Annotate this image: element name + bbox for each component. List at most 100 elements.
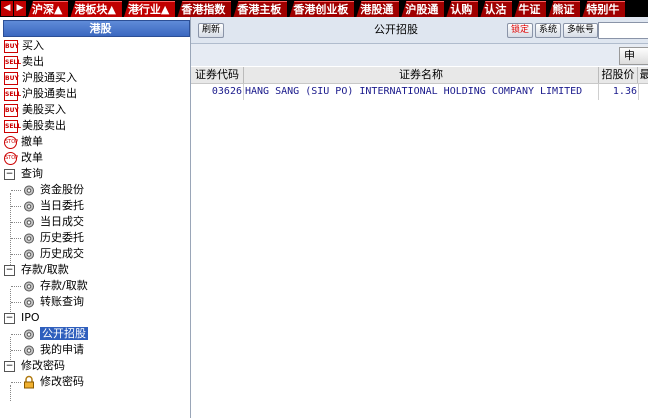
tree-connector	[11, 286, 21, 287]
apply-button[interactable]: 申	[619, 47, 648, 65]
nav-item-cancel[interactable]: STOP 撤单	[4, 134, 43, 150]
tab-scroll-right-icon[interactable]: ▶	[14, 1, 27, 16]
nav-item-label: 我的申请	[40, 343, 84, 356]
tab-hk-index[interactable]: 香港指数	[177, 1, 232, 17]
nav-item-label: 资金股份	[40, 183, 84, 196]
gear-icon	[24, 249, 34, 259]
refresh-button[interactable]: 刷新	[198, 23, 225, 38]
nav-item-change-password[interactable]: 修改密码	[22, 374, 84, 390]
stop-icon: STOP	[4, 135, 18, 149]
collapse-icon[interactable]: −	[4, 264, 15, 276]
sell-icon: SELL	[4, 55, 21, 69]
nav-item-history-trades[interactable]: 历史成交	[22, 246, 84, 262]
gear-icon	[24, 217, 34, 227]
gear-icon	[24, 281, 34, 291]
tab-scroll-left-icon[interactable]: ◀	[1, 1, 14, 16]
nav-item-connect-buy[interactable]: BUY 沪股通买入	[4, 70, 77, 86]
nav-group-deposit[interactable]: − 存款/取款	[4, 262, 69, 278]
column-header-price[interactable]: 招股价	[599, 67, 638, 83]
tab-hk-main-board[interactable]: 香港主板	[233, 1, 288, 17]
collapse-icon[interactable]: −	[4, 312, 15, 324]
nav-item-connect-sell[interactable]: SELL沪股通卖出	[4, 86, 77, 102]
nav-item-label: 沪股通买入	[22, 71, 77, 84]
table-header: 证券代码 证券名称 招股价 最	[191, 67, 648, 84]
nav-item-transfer-query[interactable]: 转账查询	[22, 294, 84, 310]
tab-hk-gem[interactable]: 香港创业板	[289, 1, 355, 17]
stop-icon: STOP	[4, 151, 18, 165]
page-title: 公开招股	[374, 23, 418, 36]
nav-item-deposit-withdraw[interactable]: 存款/取款	[22, 278, 88, 294]
nav-item-label: 沪股通卖出	[22, 87, 77, 100]
gear-icon	[24, 233, 34, 243]
nav-item-us-sell[interactable]: SELL美股卖出	[4, 118, 66, 134]
nav-item-today-orders[interactable]: 当日委托	[22, 198, 84, 214]
tab-bear-cbbc[interactable]: 熊证	[548, 1, 581, 17]
column-header-code[interactable]: 证券代码	[191, 67, 244, 83]
nav-item-label: 改单	[21, 151, 43, 164]
table-row[interactable]: 03626 HANG SANG (SIU PO) INTERNATIONAL H…	[191, 84, 648, 100]
tree-connector	[11, 334, 21, 335]
nav-item-label: 美股买入	[22, 103, 66, 116]
nav-item-sell[interactable]: SELL卖出	[4, 54, 44, 70]
nav-item-label: 转账查询	[40, 295, 84, 308]
action-bar: 申	[191, 44, 648, 66]
nav-item-us-buy[interactable]: BUY 美股买入	[4, 102, 66, 118]
multi-account-button[interactable]: 多帐号	[563, 23, 599, 38]
tree-connector	[11, 222, 21, 223]
gear-icon	[24, 185, 34, 195]
tree-connector	[11, 238, 21, 239]
tab-sh-connect[interactable]: 沪股通	[401, 1, 445, 17]
collapse-icon[interactable]: −	[4, 168, 15, 180]
collapse-icon[interactable]: −	[4, 360, 15, 372]
cell-name: HANG SANG (SIU PO) INTERNATIONAL HOLDING…	[245, 84, 599, 100]
nav-item-label: 修改密码	[40, 375, 84, 388]
tree-connector	[11, 382, 21, 383]
nav-group-password[interactable]: − 修改密码	[4, 358, 65, 374]
nav-item-label: 存款/取款	[40, 279, 88, 292]
nav-item-funds[interactable]: 资金股份	[22, 182, 84, 198]
tree-connector	[11, 350, 21, 351]
tab-hushen[interactable]: 沪深▲	[28, 1, 69, 17]
nav-item-label: IPO	[21, 311, 40, 324]
nav-item-public-offering[interactable]: 公开招股	[22, 326, 88, 342]
tab-bull-cbbc[interactable]: 牛证	[514, 1, 547, 17]
lock-button[interactable]: 锁定	[507, 23, 534, 38]
gear-icon	[24, 329, 34, 339]
nav-item-amend[interactable]: STOP 改单	[4, 150, 43, 166]
nav-item-history-orders[interactable]: 历史委托	[22, 230, 84, 246]
buy-icon: BUY	[4, 71, 19, 85]
account-input[interactable]	[598, 22, 648, 39]
market-tab-bar: ◀ ▶ 沪深▲ 港板块▲ 港行业▲ 香港指数 香港主板 香港创业板 港股通 沪股…	[0, 0, 648, 17]
tab-call-warrant[interactable]: 认购	[446, 1, 479, 17]
column-header-more[interactable]: 最	[638, 67, 648, 83]
tree-connector	[11, 190, 21, 191]
tab-hk-sector[interactable]: 港板块▲	[70, 1, 122, 17]
nav-item-label: 买入	[22, 39, 44, 52]
nav-item-label: 撤单	[21, 135, 43, 148]
nav-group-ipo[interactable]: − IPO	[4, 310, 40, 326]
tab-hk-connect[interactable]: 港股通	[356, 1, 400, 17]
gear-icon	[24, 297, 34, 307]
nav-item-label: 当日成交	[40, 215, 84, 228]
nav-item-buy[interactable]: BUY 买入	[4, 38, 44, 54]
nav-item-label: 历史成交	[40, 247, 84, 260]
nav-item-label: 存款/取款	[21, 263, 69, 276]
gear-icon	[24, 345, 34, 355]
tab-put-warrant[interactable]: 认沽	[480, 1, 513, 17]
tree-connector	[10, 385, 11, 401]
toolbar: 刷新 公开招股 锁定 系统 多帐号	[191, 17, 648, 44]
nav-item-my-application[interactable]: 我的申请	[22, 342, 84, 358]
tab-special-bull[interactable]: 特别牛	[582, 1, 626, 17]
sell-icon: SELL	[4, 87, 21, 101]
gear-icon	[24, 201, 34, 211]
nav-item-label: 修改密码	[21, 359, 65, 372]
buy-icon: BUY	[4, 39, 19, 53]
column-header-name[interactable]: 证券名称	[244, 67, 599, 83]
system-button[interactable]: 系统	[535, 23, 562, 38]
nav-item-today-trades[interactable]: 当日成交	[22, 214, 84, 230]
trade-nav-panel: 港股 BUY 买入 SELL卖出 BUY 沪股通买入 SELL沪股通卖出 BUY 美股…	[0, 17, 191, 418]
nav-group-query[interactable]: − 查询	[4, 166, 43, 182]
nav-item-label-selected: 公开招股	[40, 327, 88, 340]
nav-item-label: 卖出	[22, 55, 44, 68]
tab-hk-industry[interactable]: 港行业▲	[123, 1, 176, 17]
